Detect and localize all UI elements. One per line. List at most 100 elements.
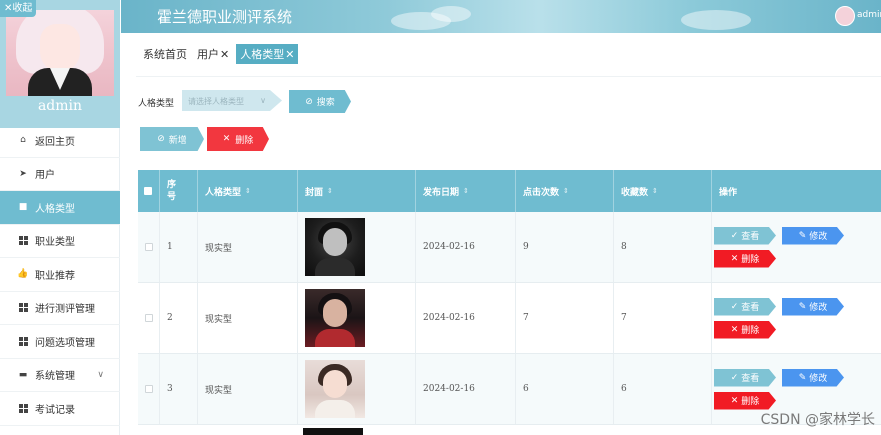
edit-icon: ✎ [798, 301, 807, 312]
close-icon: ✕ [730, 324, 739, 335]
row-favorites: 8 [614, 212, 712, 282]
cover-image [303, 428, 363, 435]
header-username[interactable]: admin [857, 10, 881, 20]
send-icon: ➤ [19, 168, 27, 179]
grid-icon [18, 336, 28, 346]
sidebar-item-question-options[interactable]: 问题选项管理 [0, 325, 120, 359]
data-table: 序号 人格类型 ⇕ 封面 ⇕ 发布日期 ⇕ 点击次数 ⇕ 收藏数 ⇕ 操作 1 现实型 2… [138, 170, 881, 425]
sidebar: admin ✕收起 ⌂ 返回主页 ➤ 用户 ■ 人格类型 职业类型 👍 职业推荐… [0, 0, 120, 435]
row-favorites: 6 [614, 354, 712, 424]
row-date: 2024-02-16 [416, 212, 516, 282]
column-header-date[interactable]: 发布日期 ⇕ [416, 170, 516, 212]
sidebar-item-assessment[interactable]: 进行测评管理 [0, 292, 120, 325]
sidebar-item-users[interactable]: ➤ 用户 [0, 158, 120, 191]
sidebar-item-exam-records[interactable]: 考试记录 [0, 392, 120, 426]
cover-image[interactable] [305, 218, 365, 276]
sidebar-menu: ⌂ 返回主页 ➤ 用户 ■ 人格类型 职业类型 👍 职业推荐 进行测评管理 问题… [0, 124, 120, 426]
edit-button[interactable]: ✎ 修改 [782, 226, 844, 245]
cover-image[interactable] [305, 360, 365, 418]
search-button[interactable]: ⊘ 搜索 [289, 90, 351, 113]
column-header-actions: 操作 [719, 187, 738, 198]
cover-image[interactable] [305, 289, 365, 347]
personality-type-select[interactable]: 请选择人格类型 ∨ [182, 90, 282, 111]
edit-icon: ✎ [798, 372, 807, 383]
close-icon: ✕ [222, 134, 231, 144]
row-favorites: 7 [614, 283, 712, 353]
search-icon: ⊘ [305, 96, 313, 107]
thumb-icon: 👍 [17, 269, 29, 280]
sidebar-item-job-type[interactable]: 职业类型 [0, 225, 120, 258]
sidebar-username: admin [37, 98, 83, 114]
column-header-index: 序号 [160, 170, 198, 212]
sidebar-item-system[interactable]: ▬ 系统管理 ∨ [0, 359, 120, 392]
delete-button[interactable]: ✕ 删除 [207, 127, 269, 151]
close-icon: ✕ [730, 395, 739, 406]
avatar [6, 10, 114, 96]
sidebar-profile: admin [0, 0, 120, 128]
sort-icon[interactable]: ⇕ [563, 187, 569, 195]
row-date: 2024-02-16 [416, 354, 516, 424]
view-button[interactable]: ✓ 查看 [714, 297, 776, 316]
row-delete-button[interactable]: ✕ 删除 [714, 391, 776, 410]
row-type: 现实型 [198, 283, 298, 353]
sidebar-item-job-recommend[interactable]: 👍 职业推荐 [0, 258, 120, 292]
row-clicks: 6 [516, 354, 614, 424]
plus-icon: ⊘ [157, 134, 165, 144]
row-type: 现实型 [198, 212, 298, 282]
select-all-checkbox[interactable] [138, 170, 160, 212]
close-icon[interactable]: ✕ [285, 48, 294, 61]
add-button[interactable]: ⊘ 新增 [140, 127, 204, 151]
row-type: 现实型 [198, 354, 298, 424]
sidebar-item-personality-type[interactable]: ■ 人格类型 [0, 191, 120, 225]
row-clicks: 9 [516, 212, 614, 282]
check-icon: ✓ [730, 372, 739, 383]
row-delete-button[interactable]: ✕ 删除 [714, 320, 776, 339]
sort-icon[interactable]: ⇕ [463, 187, 469, 195]
grid-icon [18, 303, 28, 313]
view-button[interactable]: ✓ 查看 [714, 368, 776, 387]
close-icon: ✕ [730, 253, 739, 264]
edit-button[interactable]: ✎ 修改 [782, 297, 844, 316]
row-date: 2024-02-16 [416, 283, 516, 353]
row-index: 2 [160, 283, 198, 353]
table-row: 2 现实型 2024-02-16 7 7 ✓ 查看 ✎ 修改 ✕ 删除 [138, 283, 881, 354]
chevron-down-icon: ∨ [97, 369, 104, 380]
column-header-clicks[interactable]: 点击次数 ⇕ [516, 170, 614, 212]
edit-button[interactable]: ✎ 修改 [782, 368, 844, 387]
app-title: 霍兰德职业测评系统 [157, 8, 293, 26]
chat-icon: ▬ [18, 369, 28, 380]
column-header-favorites[interactable]: 收藏数 ⇕ [614, 170, 712, 212]
row-checkbox[interactable] [145, 385, 153, 393]
breadcrumb: 系统首页 用户✕ 人格类型✕ [140, 44, 299, 64]
edit-icon: ✎ [798, 230, 807, 241]
tab-users[interactable]: 用户✕ [194, 44, 232, 64]
sort-icon[interactable]: ⇕ [245, 187, 251, 195]
view-button[interactable]: ✓ 查看 [714, 226, 776, 245]
column-header-cover[interactable]: 封面 ⇕ [298, 170, 416, 212]
row-index: 1 [160, 212, 198, 282]
collapse-button[interactable]: ✕收起 [0, 0, 37, 17]
tab-personality-type[interactable]: 人格类型✕ [236, 44, 299, 64]
user-avatar[interactable] [835, 6, 855, 26]
watermark: CSDN @家林学长 [760, 412, 875, 428]
row-checkbox[interactable] [145, 243, 153, 251]
grid-icon [18, 403, 28, 413]
table-header: 序号 人格类型 ⇕ 封面 ⇕ 发布日期 ⇕ 点击次数 ⇕ 收藏数 ⇕ 操作 [138, 170, 881, 212]
divider [136, 76, 881, 77]
check-icon: ✓ [730, 301, 739, 312]
home-icon: ⌂ [20, 135, 26, 146]
sidebar-item-home[interactable]: ⌂ 返回主页 [0, 124, 120, 158]
tab-home[interactable]: 系统首页 [140, 44, 190, 64]
check-icon: ✓ [730, 230, 739, 241]
row-clicks: 7 [516, 283, 614, 353]
row-delete-button[interactable]: ✕ 删除 [714, 249, 776, 268]
row-checkbox[interactable] [145, 314, 153, 322]
sort-icon[interactable]: ⇕ [327, 187, 333, 195]
close-icon[interactable]: ✕ [220, 48, 229, 61]
sort-icon[interactable]: ⇕ [652, 187, 658, 195]
top-header: 霍兰德职业测评系统 admin [121, 0, 881, 33]
search-label: 人格类型 [138, 99, 175, 109]
doc-icon: ■ [18, 202, 28, 213]
chevron-down-icon: ∨ [260, 96, 266, 105]
column-header-type[interactable]: 人格类型 ⇕ [198, 170, 298, 212]
